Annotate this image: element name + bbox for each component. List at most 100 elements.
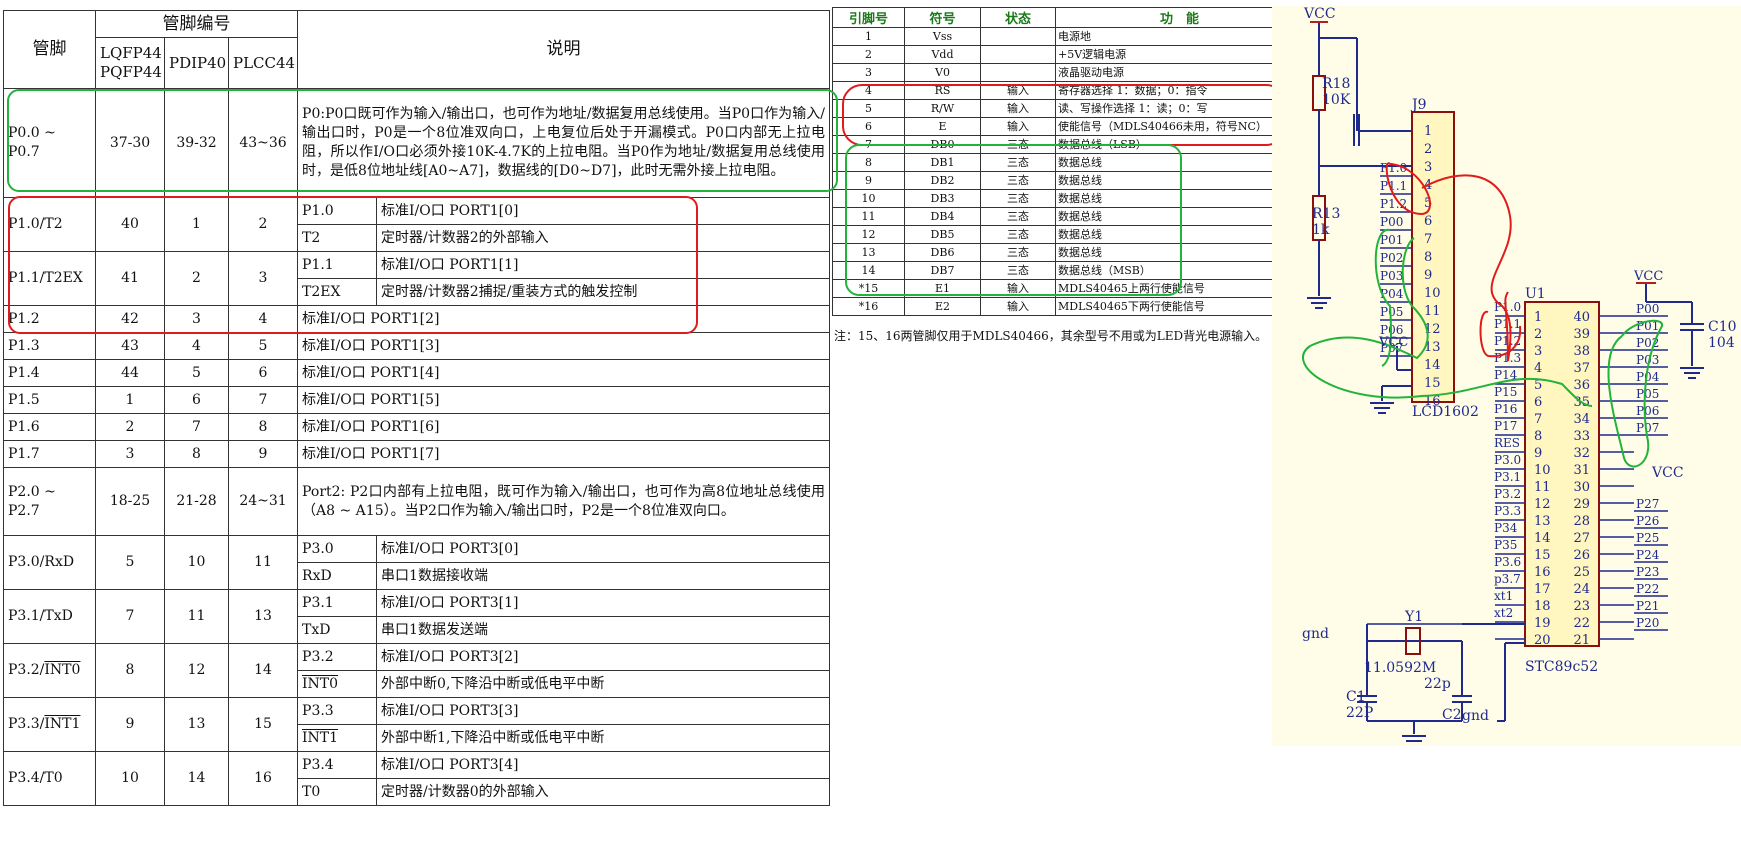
header-pin: 管脚 [3, 10, 96, 89]
u1-left-pin-label: P3.0 [1494, 453, 1521, 467]
u1-left-pin-number: 7 [1534, 412, 1542, 427]
j9-pin-number: 14 [1424, 358, 1441, 373]
u1-left-pin-label: RES [1494, 436, 1520, 450]
row-p13-plcc: 5 [227, 332, 299, 360]
j9-pin-label: P1.1 [1380, 179, 1407, 193]
row-p0-lqfp: 37-30 [95, 88, 165, 198]
row-p33-pdip: 13 [164, 697, 229, 752]
lcd-cell: 7 [832, 135, 905, 154]
u1-left-pin-label: xt1 [1494, 589, 1513, 603]
u1-left-pin-number: 15 [1534, 548, 1551, 563]
lcd-row: 3 V0 液晶驱动电源 [832, 63, 1304, 82]
lcd-cell: 三态 [980, 261, 1056, 280]
row-p31-desc1: 标准I/O口 PORT3[1] [376, 589, 830, 617]
row-p2-name: P2.0 ~ P2.7 [3, 467, 96, 536]
lcd-cell: 电源地 [1055, 27, 1304, 46]
row-p11-func2: T2EX [297, 278, 378, 306]
row-p17-name: P1.7 [3, 440, 96, 468]
row-p10-lqfp: 40 [95, 197, 165, 252]
j9-pin-number: 1 [1424, 124, 1432, 139]
row-p11-func1: P1.1 [297, 251, 378, 279]
u1-left-pin-number: 10 [1534, 463, 1551, 478]
lcd-cell: 8 [832, 153, 905, 172]
row-p11-desc1: 标准I/O口 PORT1[1] [376, 251, 830, 279]
u1-right-pin-label: P00 [1636, 302, 1659, 316]
u1-right-pin-number: 24 [1573, 582, 1590, 597]
y1-label: Y1 [1404, 609, 1423, 625]
lcd-table-note: 注：15、16两管脚仅用于MDLS40466，其余型号不用或为LED背光电源输入… [834, 329, 1268, 343]
u1-right-pin-label: P06 [1636, 404, 1659, 418]
row-p14-plcc: 6 [227, 359, 299, 387]
u1-right-pin-label: P26 [1636, 514, 1659, 528]
lcd-cell: MDLS40465下两行使能信号 [1055, 297, 1304, 316]
row-p16-pdip: 7 [164, 413, 229, 441]
u1-right-pin-label: P25 [1636, 531, 1659, 545]
c10-label: C10 [1708, 319, 1737, 335]
row-p0-name: P0.0 ~ P0.7 [3, 88, 96, 198]
u1-left-pin-number: 12 [1534, 497, 1551, 512]
row-p33-func2: INT1 [297, 724, 378, 752]
row-p30-pdip: 10 [164, 535, 229, 590]
u1-left-pin-number: 17 [1534, 582, 1551, 597]
u1-left-pin-number: 20 [1534, 633, 1551, 648]
row-p0-plcc: 43~36 [227, 88, 299, 198]
r18-value: 10K [1322, 92, 1351, 108]
u1-left-pin-label: P34 [1494, 521, 1518, 535]
row-p16-lqfp: 2 [95, 413, 165, 441]
row-p31-func2: TxD [297, 616, 378, 644]
u1-left-pin-label: P3.1 [1494, 470, 1521, 484]
lcd-cell: 输入 [980, 99, 1056, 118]
vcc-label-c10: VCC [1633, 269, 1663, 284]
row-p17-desc: 标准I/O口 PORT1[7] [297, 440, 830, 468]
u1-label: U1 [1525, 286, 1546, 302]
u1-right-pin-number: 36 [1573, 378, 1590, 393]
lcd-row: 11 DB4 三态 数据总线 [832, 207, 1304, 226]
lcd-cell: 数据总线 [1055, 243, 1304, 262]
lcd-cell: 数据总线 [1055, 153, 1304, 172]
u1-right-pin-number: 32 [1573, 446, 1590, 461]
lcd-row: 6 E 输入 使能信号（MDLS40466未用，符号NC） [832, 117, 1304, 136]
row-p16-plcc: 8 [227, 413, 299, 441]
lcd-cell: 使能信号（MDLS40466未用，符号NC） [1055, 117, 1304, 136]
row-p31-pdip: 11 [164, 589, 229, 644]
lcd-cell: E2 [904, 297, 981, 316]
lcd-cell: 9 [832, 171, 905, 190]
u1-left-pin-label: P3.6 [1494, 555, 1521, 569]
lcd-name-label: LCD1602 [1412, 404, 1479, 420]
row-p15-lqfp: 1 [95, 386, 165, 414]
u1-right-pin-label: P07 [1636, 421, 1659, 435]
u1-left-pin-number: 14 [1534, 531, 1551, 546]
row-p17-lqfp: 3 [95, 440, 165, 468]
lcd-cell: DB2 [904, 171, 981, 190]
lcd-cell: 11 [832, 207, 905, 226]
lcd-table-body: 1 Vss 电源地 2 Vdd +5V逻辑电源 3 V0 液晶驱动电源 4 RS 输入 寄存器选择 1：… [832, 27, 1304, 316]
row-p30-plcc: 11 [227, 535, 299, 590]
row-p14-desc: 标准I/O口 PORT1[4] [297, 359, 830, 387]
c1-value: 22P [1346, 705, 1373, 721]
row-p13-name: P1.3 [3, 332, 96, 360]
u1-right-pin-number: 33 [1573, 429, 1590, 444]
u1-right-pin-number: 29 [1573, 497, 1590, 512]
lcd-cell: Vdd [904, 45, 981, 64]
j9-pin-number: 9 [1424, 268, 1432, 283]
j9-pin-number: 7 [1424, 232, 1432, 247]
lcd-row: 4 RS 输入 寄存器选择 1：数据；0：指令 [832, 81, 1304, 100]
lcd1602-pin-table: 引脚号 符号 状态功 能 1 Vss 电源地 2 Vdd +5V逻辑电源 3 V0 液晶驱动电源 4 R… [832, 7, 1304, 316]
u1-right-pin-label: P22 [1636, 582, 1659, 596]
row-p15-name: P1.5 [3, 386, 96, 414]
lcd-cell: 数据总线（MSB） [1055, 261, 1304, 280]
u1-left-pin-label: xt2 [1494, 606, 1513, 620]
row-p2-plcc: 24~31 [227, 467, 299, 536]
j9-pin-label: P01 [1380, 233, 1403, 247]
row-p34-func1: P3.4 [297, 751, 378, 779]
lcd-row: 9 DB2 三态 数据总线 [832, 171, 1304, 190]
u1-left-pin-number: 6 [1534, 395, 1542, 410]
lcd-cell: 5 [832, 99, 905, 118]
lcd-cell: 输入 [980, 279, 1056, 298]
u1-right-pin-label: P23 [1636, 565, 1659, 579]
row-p31-lqfp: 7 [95, 589, 165, 644]
row-p33-plcc: 15 [227, 697, 299, 752]
lcd-cell: 三态 [980, 153, 1056, 172]
row-p34-lqfp: 10 [95, 751, 165, 806]
row-p10-plcc: 2 [227, 197, 299, 252]
